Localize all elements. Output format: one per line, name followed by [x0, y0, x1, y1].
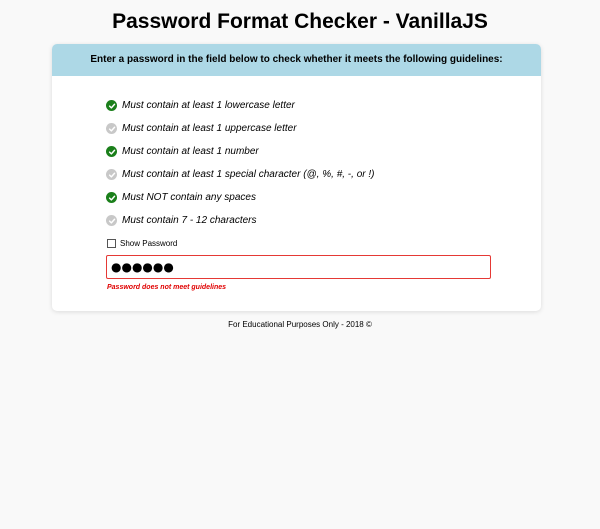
show-password-label: Show Password: [120, 239, 178, 248]
check-circle-icon: [106, 169, 117, 180]
rule-label: Must contain at least 1 number: [122, 146, 259, 157]
password-input[interactable]: ●●●●●●: [106, 255, 491, 279]
rule-label: Must contain at least 1 uppercase letter: [122, 123, 297, 134]
show-password-toggle[interactable]: Show Password: [107, 239, 177, 248]
rule-item: Must contain at least 1 lowercase letter: [106, 94, 374, 117]
rule-item: Must contain at least 1 uppercase letter: [106, 117, 374, 140]
check-circle-icon: [106, 215, 117, 226]
rule-item: Must contain at least 1 special characte…: [106, 163, 374, 186]
footer-text: For Educational Purposes Only - 2018 ©: [228, 320, 372, 329]
page-title: Password Format Checker - VanillaJS: [112, 10, 488, 33]
show-password-checkbox[interactable]: [107, 239, 116, 248]
instructions-header: Enter a password in the field below to c…: [52, 44, 541, 76]
check-circle-icon: [106, 100, 117, 111]
check-circle-icon: [106, 123, 117, 134]
guidelines-list: Must contain at least 1 lowercase letter…: [106, 94, 374, 232]
validation-error: Password does not meet guidelines: [107, 284, 227, 291]
rule-label: Must contain 7 - 12 characters: [122, 215, 257, 226]
rule-label: Must NOT contain any spaces: [122, 192, 256, 203]
rule-item: Must contain 7 - 12 characters: [106, 209, 374, 232]
rule-label: Must contain at least 1 lowercase letter: [122, 100, 295, 111]
checker-card: Enter a password in the field below to c…: [52, 44, 541, 311]
check-circle-icon: [106, 192, 117, 203]
check-circle-icon: [106, 146, 117, 157]
rule-item: Must contain at least 1 number: [106, 140, 374, 163]
rule-label: Must contain at least 1 special characte…: [122, 169, 375, 180]
rule-item: Must NOT contain any spaces: [106, 186, 374, 209]
